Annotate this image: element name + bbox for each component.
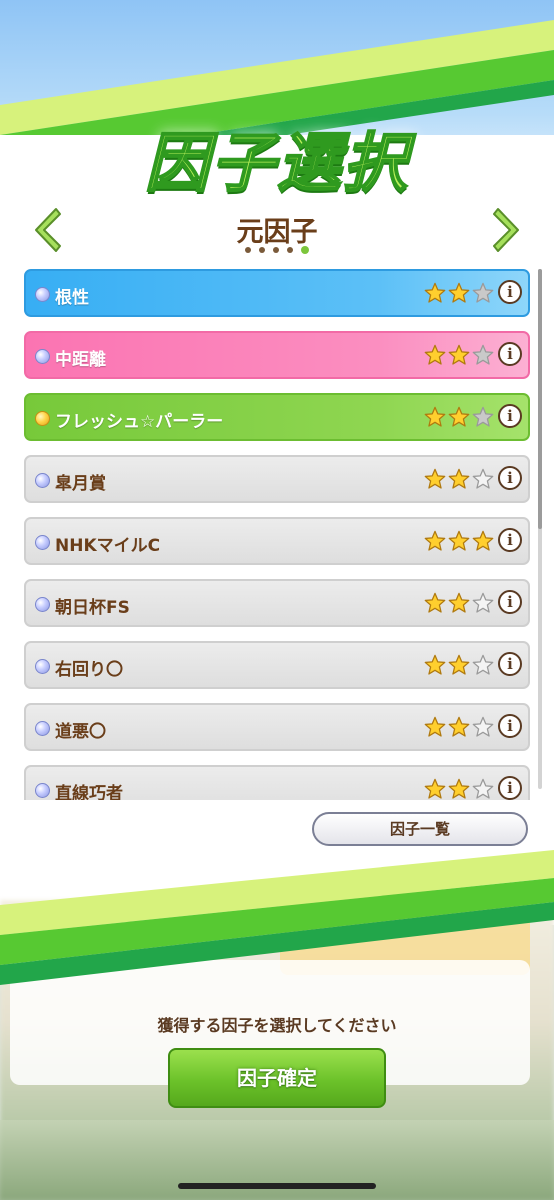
page-dot bbox=[259, 247, 265, 253]
page-dot bbox=[287, 247, 293, 253]
star-filled-icon bbox=[448, 468, 470, 490]
star-filled-icon bbox=[448, 654, 470, 676]
page-dot-active bbox=[301, 246, 309, 254]
star-empty-icon bbox=[472, 592, 494, 614]
factor-bullet-icon bbox=[35, 535, 50, 550]
star-filled-icon bbox=[424, 282, 446, 304]
info-icon[interactable]: i bbox=[498, 528, 522, 552]
star-filled-icon bbox=[424, 654, 446, 676]
factor-name: 右回り〇 bbox=[55, 660, 123, 680]
star-filled-icon bbox=[448, 282, 470, 304]
star-filled-icon bbox=[472, 530, 494, 552]
star-empty-icon bbox=[472, 654, 494, 676]
star-rating bbox=[424, 468, 496, 492]
star-filled-icon bbox=[448, 530, 470, 552]
star-rating bbox=[424, 716, 496, 740]
factor-row[interactable]: 右回り〇 i bbox=[24, 641, 530, 689]
info-icon[interactable]: i bbox=[498, 652, 522, 676]
page-title: 因子選択 bbox=[144, 126, 409, 202]
star-rating bbox=[424, 344, 496, 368]
star-filled-icon bbox=[448, 778, 470, 800]
star-rating bbox=[424, 778, 496, 800]
info-icon[interactable]: i bbox=[498, 280, 522, 304]
factor-list[interactable]: 根性 i 中距離 i フレッシュ☆パーラー i 皐月賞 i NHKマイルC i 朝日杯FS i 右回り〇… bbox=[24, 269, 530, 800]
factor-row[interactable]: フレッシュ☆パーラー i bbox=[24, 393, 530, 441]
star-filled-icon bbox=[424, 530, 446, 552]
info-icon[interactable]: i bbox=[498, 404, 522, 428]
star-filled-icon bbox=[424, 468, 446, 490]
star-empty-icon bbox=[472, 468, 494, 490]
factor-bullet-icon bbox=[35, 721, 50, 736]
factor-name: 中距離 bbox=[55, 350, 106, 370]
factor-bullet-icon bbox=[35, 287, 50, 302]
star-rating bbox=[424, 530, 496, 554]
factor-row[interactable]: 道悪〇 i bbox=[24, 703, 530, 751]
info-icon[interactable]: i bbox=[498, 590, 522, 614]
factor-name: 朝日杯FS bbox=[55, 598, 130, 618]
scrollbar-thumb[interactable] bbox=[538, 269, 542, 529]
star-filled-icon bbox=[424, 778, 446, 800]
page-indicator bbox=[0, 246, 554, 254]
star-empty-icon bbox=[472, 778, 494, 800]
factor-row[interactable]: 朝日杯FS i bbox=[24, 579, 530, 627]
star-filled-icon bbox=[448, 344, 470, 366]
confirm-factor-button[interactable]: 因子確定 bbox=[168, 1048, 386, 1108]
factor-name: 道悪〇 bbox=[55, 722, 106, 742]
bottom-stripes-decoration bbox=[0, 850, 554, 985]
factor-name: 根性 bbox=[55, 288, 89, 308]
factor-row[interactable]: 直線巧者 i bbox=[24, 765, 530, 800]
scrollbar[interactable] bbox=[538, 269, 542, 789]
star-filled-icon bbox=[424, 344, 446, 366]
info-icon[interactable]: i bbox=[498, 466, 522, 490]
star-filled-icon bbox=[424, 592, 446, 614]
info-icon[interactable]: i bbox=[498, 342, 522, 366]
factor-bullet-icon bbox=[35, 783, 50, 798]
page-dot bbox=[245, 247, 251, 253]
star-filled-icon bbox=[448, 406, 470, 428]
star-rating bbox=[424, 406, 496, 430]
factor-name: NHKマイルC bbox=[55, 536, 161, 556]
factor-name: フレッシュ☆パーラー bbox=[55, 412, 224, 432]
factor-bullet-icon bbox=[35, 473, 50, 488]
star-empty-icon bbox=[472, 406, 494, 428]
home-indicator[interactable] bbox=[178, 1183, 376, 1189]
star-empty-icon bbox=[472, 344, 494, 366]
star-filled-icon bbox=[424, 406, 446, 428]
star-rating bbox=[424, 654, 496, 678]
star-rating bbox=[424, 282, 496, 306]
page-dot bbox=[273, 247, 279, 253]
factor-name: 直線巧者 bbox=[55, 784, 123, 800]
info-icon[interactable]: i bbox=[498, 714, 522, 738]
factor-bullet-icon bbox=[35, 597, 50, 612]
factor-name: 皐月賞 bbox=[55, 474, 106, 494]
star-filled-icon bbox=[448, 716, 470, 738]
star-filled-icon bbox=[424, 716, 446, 738]
factor-row[interactable]: 根性 i bbox=[24, 269, 530, 317]
star-rating bbox=[424, 592, 496, 616]
info-icon[interactable]: i bbox=[498, 776, 522, 800]
selection-prompt: 獲得する因子を選択してください bbox=[157, 1016, 397, 1035]
factor-row[interactable]: 皐月賞 i bbox=[24, 455, 530, 503]
section-subtitle: 元因子 bbox=[236, 217, 318, 248]
star-filled-icon bbox=[448, 592, 470, 614]
factor-row[interactable]: 中距離 i bbox=[24, 331, 530, 379]
star-empty-icon bbox=[472, 716, 494, 738]
factor-row[interactable]: NHKマイルC i bbox=[24, 517, 530, 565]
star-empty-icon bbox=[472, 282, 494, 304]
factor-bullet-icon bbox=[35, 349, 50, 364]
factor-bullet-icon bbox=[35, 411, 50, 426]
factor-bullet-icon bbox=[35, 659, 50, 674]
